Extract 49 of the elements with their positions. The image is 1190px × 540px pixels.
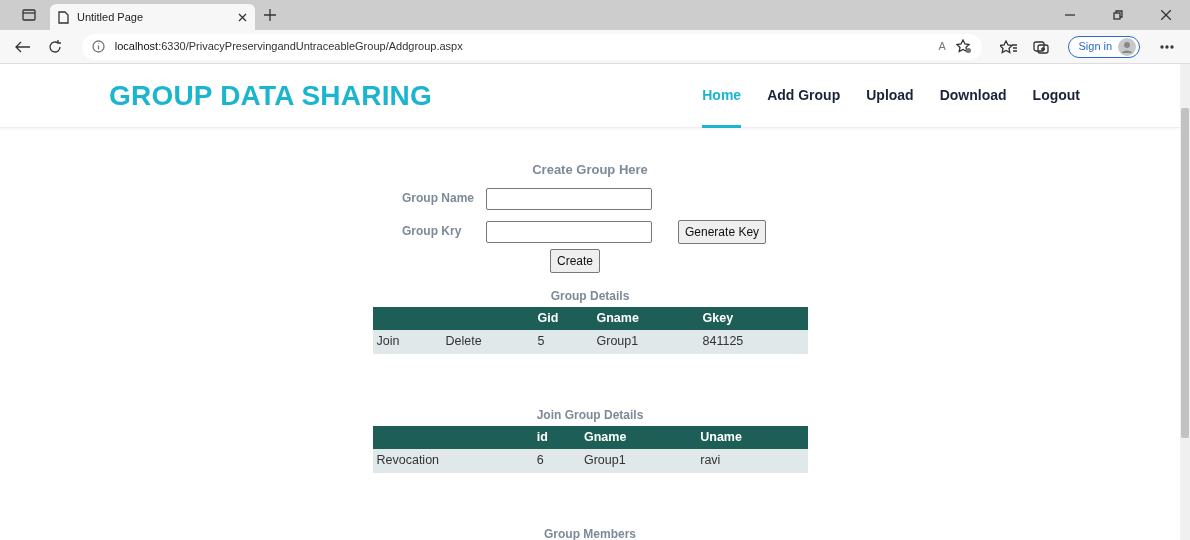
info-icon (91, 40, 105, 53)
field-label: Group Kry (401, 223, 463, 240)
table-cell: 6 (536, 453, 544, 468)
column-header: Gname (579, 425, 697, 449)
column-header: Gkey (698, 306, 808, 330)
column-header: Gid (533, 306, 593, 330)
table-title: Join Group Details (535, 406, 645, 424)
avatar-icon (1118, 37, 1137, 56)
create-button[interactable]: Create (550, 248, 600, 273)
table-cell: 5 (537, 334, 545, 349)
scrollbar-thumb[interactable] (1181, 108, 1189, 438)
text-input[interactable] (486, 221, 652, 243)
url-text[interactable]: localhost:6330/PrivacyPreservingandUntraceableGroup/Addgroup.aspx (114, 38, 463, 55)
table-cell: Group1 (596, 334, 639, 349)
favorites-icon[interactable] (999, 39, 1018, 54)
site-logo: GROUP DATA SHARING (109, 78, 433, 113)
more-icon[interactable] (1160, 44, 1175, 49)
table-cell: ravi (700, 453, 721, 468)
star-add-icon[interactable] (955, 39, 972, 54)
collections-icon[interactable] (1032, 39, 1049, 54)
browser-tab[interactable]: Untitled Page (50, 4, 255, 30)
table-cell: Group1 (583, 453, 626, 468)
refresh-icon[interactable] (47, 39, 62, 54)
page-icon (58, 10, 69, 24)
plus-icon[interactable] (264, 9, 276, 21)
table-title: Group Details (549, 287, 631, 305)
field-label: Group Name (401, 190, 475, 207)
table-cell: 841125 (702, 334, 744, 349)
nav-link[interactable]: Upload (866, 64, 914, 128)
scrollbar[interactable] (1180, 64, 1190, 540)
restore-icon[interactable] (1113, 10, 1123, 20)
back-icon[interactable] (14, 40, 31, 53)
read-aloud-icon[interactable]: A (938, 38, 946, 55)
sidebar-icon[interactable] (22, 9, 36, 21)
close-icon[interactable] (1161, 10, 1171, 20)
column-header: id (532, 425, 580, 449)
tab-title: Untitled Page (77, 9, 144, 25)
sign-in-button[interactable]: Sign in (1067, 35, 1141, 58)
form-title: Create Group Here (531, 161, 649, 179)
column-header: Uname (696, 425, 808, 449)
address-bar[interactable]: localhost:6330/PrivacyPreservingandUntraceableGroup/Addgroup.aspx A (81, 33, 982, 60)
close-icon[interactable] (238, 13, 247, 23)
nav-link[interactable]: Add Group (767, 64, 841, 128)
nav-link[interactable]: Logout (1032, 64, 1080, 128)
section-title: Group Members (543, 525, 637, 540)
nav-link[interactable]: Download (939, 64, 1007, 128)
generate-key-button[interactable]: Generate Key (678, 219, 767, 244)
text-input[interactable] (486, 188, 652, 210)
column-header: Gname (592, 306, 699, 330)
